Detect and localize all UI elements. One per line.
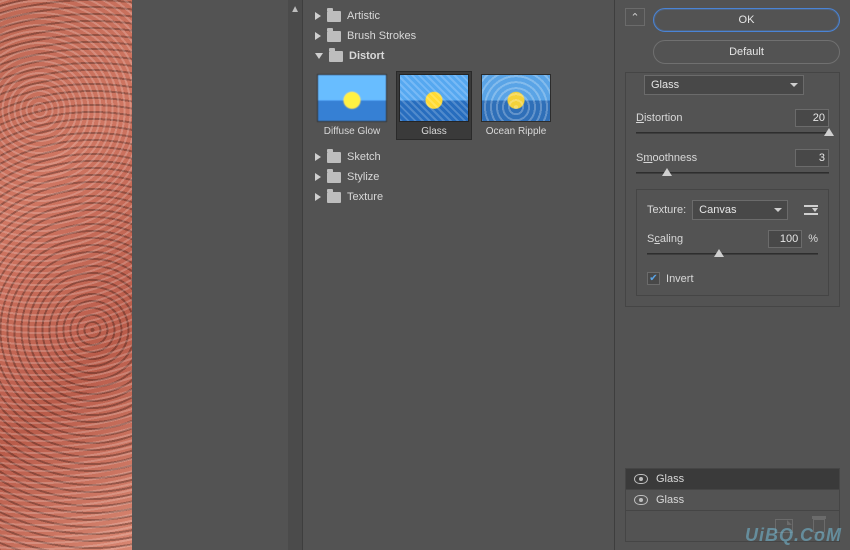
slider-thumb-icon[interactable] [714,249,724,257]
effect-layers: Glass Glass [625,468,840,542]
ok-label: OK [739,14,755,26]
thumb-label: Ocean Ripple [486,126,547,137]
thumb-label: Glass [421,126,447,137]
preview-scrollbar[interactable] [288,0,302,550]
smoothness-slider[interactable] [636,169,829,181]
new-layer-icon[interactable] [775,519,793,533]
category-artistic[interactable]: Artistic [309,6,610,26]
preview-pane[interactable] [0,0,132,550]
filter-params-group: Glass DDistortionistortion SmoothnessSmo… [625,72,840,307]
slider-thumb-icon[interactable] [662,168,672,176]
trash-icon[interactable] [813,519,825,533]
layer-row[interactable]: Glass [626,490,839,511]
scaling-input[interactable] [768,230,802,248]
smoothness-input[interactable] [795,149,829,167]
slider-thumb-icon[interactable] [824,128,834,136]
filter-select[interactable]: Glass [644,75,804,95]
disclosure-closed-icon [315,173,321,181]
disclosure-closed-icon [315,32,321,40]
distort-thumbs: Diffuse Glow Glass Ocean Ripple [309,66,610,147]
category-sketch[interactable]: Sketch [309,147,610,167]
category-label: Texture [347,191,383,203]
thumb-ocean-ripple[interactable]: Ocean Ripple [479,72,553,139]
invert-label: InvertInvert [666,273,694,285]
layer-name: Glass [656,494,684,506]
default-label: Default [729,46,764,58]
invert-checkbox[interactable]: ✔ InvertInvert [647,272,818,285]
scaling-label: ScalingScaling [647,233,683,245]
thumb-glass[interactable]: Glass [397,72,471,139]
category-label: Artistic [347,10,380,22]
distortion-slider[interactable] [636,129,829,141]
texture-select[interactable]: Canvas [692,200,788,220]
thumb-image [481,74,551,122]
folder-icon [327,31,341,42]
slider-track [636,132,829,134]
thumb-image [399,74,469,122]
scaling-unit: % [808,233,818,245]
category-label: Brush Strokes [347,30,416,42]
distortion-input[interactable] [795,109,829,127]
category-distort[interactable]: Distort [309,46,610,66]
category-label: Sketch [347,151,381,163]
thumb-diffuse-glow[interactable]: Diffuse Glow [315,72,389,139]
filter-gallery: Artistic Brush Strokes Distort Diffuse G… [302,0,614,550]
layer-row[interactable]: Glass [626,469,839,490]
thumb-label: Diffuse Glow [324,126,381,137]
texture-label: Texture:Texture: [647,204,686,216]
texture-group: Texture:Texture: Canvas ScalingScaling [636,189,829,296]
filter-select-wrap: Glass [644,75,804,95]
preview-image [0,0,132,550]
category-label: Distort [349,50,384,62]
texture-menu-icon[interactable] [804,205,818,215]
disclosure-open-icon [315,53,323,59]
disclosure-closed-icon [315,193,321,201]
default-button[interactable]: Default [653,40,840,64]
folder-icon [327,11,341,22]
layer-name: Glass [656,473,684,485]
folder-icon [329,51,343,62]
category-stylize[interactable]: Stylize [309,167,610,187]
folder-icon [327,152,341,163]
visibility-eye-icon[interactable] [634,495,648,505]
thumb-image [317,74,387,122]
collapse-button[interactable]: ⌃ [625,8,645,26]
slider-track [647,253,818,255]
visibility-eye-icon[interactable] [634,474,648,484]
checkbox-icon: ✔ [647,272,660,285]
distortion-label: DDistortionistortion [636,112,682,124]
ok-button[interactable]: OK [653,8,840,32]
folder-icon [327,172,341,183]
collapse-icon: ⌃ [630,11,639,24]
scaling-slider[interactable] [647,250,818,262]
category-texture[interactable]: Texture [309,187,610,207]
disclosure-closed-icon [315,153,321,161]
disclosure-closed-icon [315,12,321,20]
smoothness-label: SmoothnessSmoothness [636,152,697,164]
category-brush-strokes[interactable]: Brush Strokes [309,26,610,46]
scroll-up-icon[interactable]: ▲ [290,4,300,15]
category-label: Stylize [347,171,379,183]
preview-spacer: ▲ [132,0,302,550]
controls-panel: ⌃ OK Default Glass DDistortionistortion [614,0,850,550]
folder-icon [327,192,341,203]
